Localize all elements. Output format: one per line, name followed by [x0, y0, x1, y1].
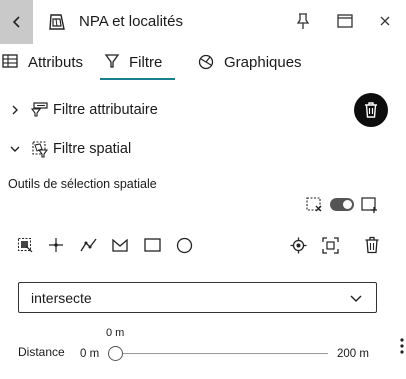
panel-title: NPA et localités — [79, 13, 183, 30]
table-icon — [2, 54, 18, 68]
zoom-to-selection-tool[interactable] — [321, 236, 339, 254]
circle-icon — [176, 237, 192, 253]
delete-selection-tool[interactable] — [363, 236, 381, 254]
point-tool[interactable] — [47, 236, 65, 254]
panel-header: NPA et localités — [0, 0, 406, 44]
close-icon[interactable] — [378, 14, 392, 28]
polygon-tool[interactable] — [111, 236, 129, 254]
distance-min-label: 0 m — [80, 348, 100, 360]
clear-filters-button[interactable] — [354, 93, 388, 127]
tab-filtre[interactable]: Filtre — [105, 48, 162, 80]
delete-icon — [365, 236, 379, 254]
polyline-icon — [79, 238, 97, 252]
chevron-down-icon — [10, 146, 20, 152]
spatial-relation-value: intersecte — [31, 290, 92, 306]
filter-icon — [105, 54, 119, 68]
section-spatial-filter[interactable]: Filtre spatial — [0, 137, 340, 161]
circle-tool[interactable] — [175, 236, 193, 254]
add-selection-icon[interactable] — [361, 196, 379, 213]
layer-icon — [49, 14, 65, 30]
more-vertical-icon — [400, 338, 404, 354]
section-spatial-filter-label: Filtre spatial — [53, 141, 132, 157]
point-icon — [49, 238, 63, 252]
selection-mode-toggle[interactable] — [330, 198, 354, 211]
spatial-tools-heading: Outils de sélection spatiale — [8, 177, 157, 191]
locate-tool[interactable] — [289, 236, 307, 254]
select-layer-icon — [18, 238, 33, 253]
active-tab-indicator — [100, 78, 175, 80]
distance-current-value: 0 m — [106, 327, 125, 339]
section-attribute-filter-label: Filtre attributaire — [53, 102, 158, 118]
attribute-filter-icon — [31, 102, 48, 117]
distance-slider-track[interactable] — [116, 353, 328, 354]
rectangle-tool[interactable] — [143, 236, 161, 254]
pin-icon[interactable] — [295, 12, 311, 30]
polyline-tool[interactable] — [79, 236, 97, 254]
section-attribute-filter[interactable]: Filtre attributaire — [0, 98, 340, 122]
clear-selection-icon[interactable] — [306, 197, 324, 213]
chart-icon — [198, 54, 214, 70]
trash-icon — [365, 102, 377, 118]
rectangle-icon — [143, 238, 161, 252]
distance-max-label: 200 m — [337, 348, 369, 360]
tab-graphiques-label: Graphiques — [224, 54, 302, 71]
freehand-polygon-icon — [111, 238, 128, 252]
chevron-left-icon — [12, 16, 20, 28]
zoom-to-selection-icon — [321, 236, 339, 254]
select-by-layer-tool[interactable] — [16, 236, 34, 254]
chevron-down-icon — [350, 295, 362, 302]
tab-filtre-label: Filtre — [129, 54, 163, 71]
distance-label: Distance — [18, 345, 65, 359]
distance-slider-thumb[interactable] — [108, 346, 123, 361]
locate-icon — [290, 237, 306, 253]
tab-bar: Attributs Filtre Graphiques — [0, 48, 406, 80]
spatial-relation-select[interactable]: intersecte — [18, 282, 377, 313]
back-button[interactable] — [0, 0, 33, 44]
tab-attributs-label: Attributs — [28, 54, 84, 71]
tab-graphiques[interactable]: Graphiques — [198, 48, 302, 80]
more-options-button[interactable] — [396, 336, 406, 356]
spatial-filter-icon — [32, 141, 49, 158]
tab-attributs[interactable]: Attributs — [2, 48, 83, 80]
chevron-right-icon — [12, 105, 18, 115]
maximize-icon[interactable] — [336, 12, 354, 30]
